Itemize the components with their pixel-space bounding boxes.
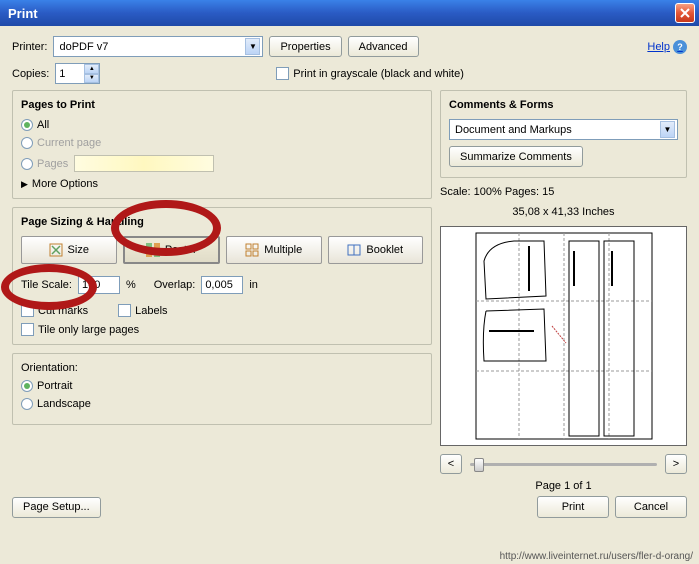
multiple-button[interactable]: Multiple [226, 236, 322, 264]
printer-label: Printer: [12, 41, 47, 53]
comments-value: Document and Markups [452, 124, 660, 136]
poster-icon [146, 243, 160, 257]
zoom-slider[interactable] [470, 463, 657, 466]
pages-input [74, 155, 214, 172]
orientation-title: Orientation: [21, 362, 423, 374]
help-icon: ? [673, 40, 687, 54]
summarize-button[interactable]: Summarize Comments [449, 146, 583, 167]
comments-title: Comments & Forms [449, 99, 678, 111]
chevron-down-icon: ▼ [660, 121, 675, 138]
radio-portrait[interactable] [21, 380, 33, 392]
landscape-label: Landscape [37, 398, 91, 410]
all-label: All [37, 119, 49, 131]
copies-label: Copies: [12, 68, 49, 80]
size-button[interactable]: Size [21, 236, 117, 264]
tile-large-label: Tile only large pages [38, 324, 139, 336]
booklet-button[interactable]: Booklet [328, 236, 424, 264]
grayscale-checkbox[interactable] [276, 67, 289, 80]
cancel-button[interactable]: Cancel [615, 496, 687, 518]
window-title: Print [4, 6, 675, 21]
multiple-icon [245, 243, 259, 257]
preview-content [474, 231, 654, 441]
radio-landscape[interactable] [21, 398, 33, 410]
radio-current [21, 137, 33, 149]
more-label: More Options [32, 178, 98, 190]
page-setup-button[interactable]: Page Setup... [12, 497, 101, 518]
spinner-arrows[interactable]: ▲▼ [84, 64, 99, 83]
cutmarks-checkbox[interactable] [21, 304, 34, 317]
radio-all[interactable] [21, 119, 33, 131]
labels-checkbox[interactable] [118, 304, 131, 317]
overlap-input[interactable] [201, 276, 243, 294]
title-bar: Print [0, 0, 699, 26]
slider-thumb[interactable] [474, 458, 484, 472]
pages-to-print-group: Pages to Print All Current page Pages ▶ … [12, 90, 432, 199]
properties-button[interactable]: Properties [269, 36, 341, 57]
print-preview [440, 226, 687, 446]
help-text: Help [647, 41, 670, 53]
close-icon[interactable] [675, 3, 695, 23]
labels-label: Labels [135, 305, 167, 317]
copies-spinner[interactable]: ▲▼ [55, 63, 100, 84]
scale-info: Scale: 100% Pages: 15 [440, 186, 687, 198]
printer-value: doPDF v7 [56, 41, 245, 53]
footer-url: http://www.liveinternet.ru/users/fler-d-… [500, 551, 693, 562]
poster-button[interactable]: Poster [123, 236, 221, 264]
copies-input[interactable] [56, 64, 84, 83]
chevron-down-icon: ▼ [245, 38, 260, 55]
unit-label: in [249, 279, 258, 291]
grayscale-label: Print in grayscale (black and white) [293, 68, 464, 80]
printer-select[interactable]: doPDF v7 ▼ [53, 36, 263, 57]
print-button[interactable]: Print [537, 496, 609, 518]
pages-title: Pages to Print [21, 99, 423, 111]
cutmarks-label: Cut marks [38, 305, 88, 317]
tile-scale-label: Tile Scale: [21, 279, 72, 291]
help-link[interactable]: Help ? [647, 40, 687, 54]
current-label: Current page [37, 137, 101, 149]
orientation-group: Orientation: Portrait Landscape [12, 353, 432, 425]
pct-label: % [126, 279, 136, 291]
advanced-button[interactable]: Advanced [348, 36, 419, 57]
comments-select[interactable]: Document and Markups ▼ [449, 119, 678, 140]
more-options-toggle[interactable]: ▶ More Options [21, 178, 423, 190]
comments-group: Comments & Forms Document and Markups ▼ … [440, 90, 687, 178]
size-icon [49, 243, 63, 257]
dialog-body: Printer: doPDF v7 ▼ Properties Advanced … [0, 26, 699, 526]
overlap-label: Overlap: [154, 279, 196, 291]
dims-label: 35,08 x 41,33 Inches [440, 206, 687, 218]
portrait-label: Portrait [37, 380, 72, 392]
next-page-button[interactable]: > [665, 454, 687, 474]
tile-scale-input[interactable] [78, 276, 120, 294]
sizing-title: Page Sizing & Handling [21, 216, 423, 228]
tile-large-checkbox[interactable] [21, 323, 34, 336]
booklet-icon [347, 243, 361, 257]
radio-pages [21, 158, 33, 170]
triangle-right-icon: ▶ [21, 179, 28, 190]
prev-page-button[interactable]: < [440, 454, 462, 474]
sizing-group: Page Sizing & Handling Size Poster Multi… [12, 207, 432, 345]
page-info: Page 1 of 1 [440, 480, 687, 492]
pages-label: Pages [37, 158, 68, 170]
